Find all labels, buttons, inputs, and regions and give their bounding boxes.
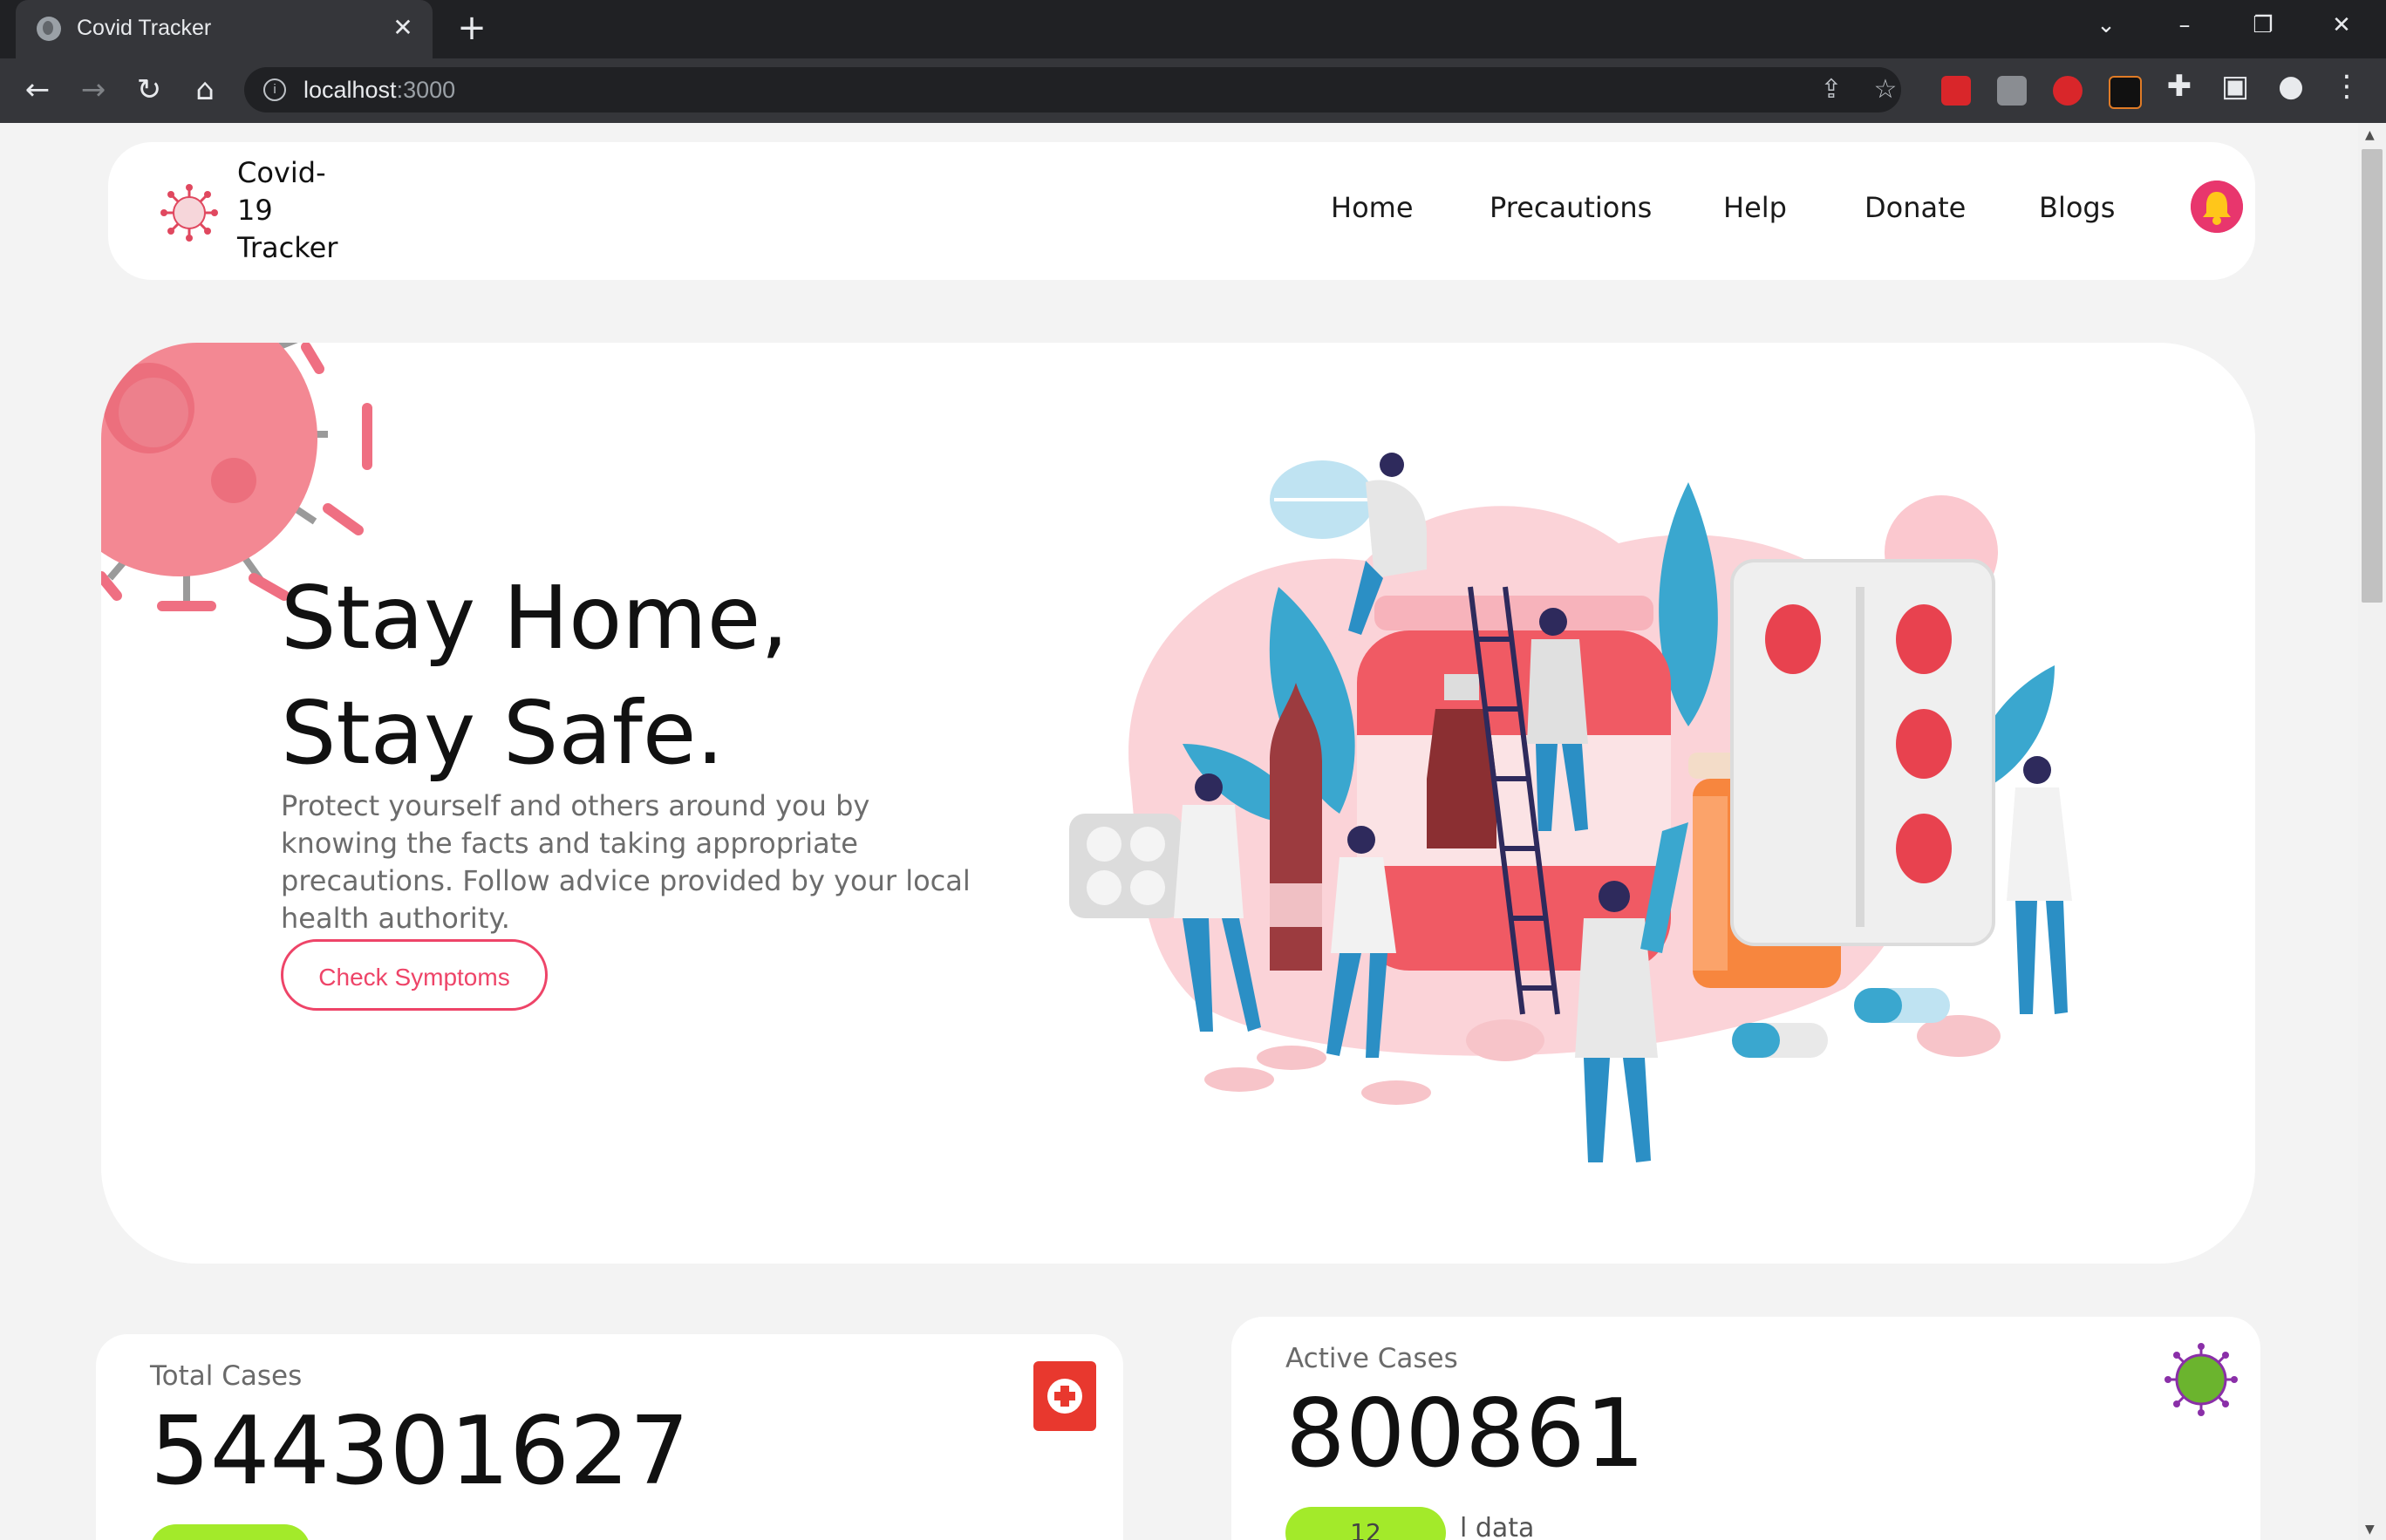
logo-line: Covid- [237,156,326,189]
menu-kebab-icon[interactable]: ⋮ [2327,67,2367,107]
extension-screenshot-icon[interactable] [1997,76,2027,106]
active-cases-label: Active Cases [1285,1343,1458,1374]
browser-tab-strip: Covid Tracker ✕ + ⌄ – ❐ ✕ [0,0,2386,58]
extensions-puzzle-icon[interactable]: ✚ [2159,67,2199,107]
extension-lighthouse-icon[interactable] [2109,76,2142,109]
nav-blogs[interactable]: Blogs [2039,191,2115,224]
side-panel-icon[interactable]: ▣ [2215,67,2255,107]
doctors-medicine-illustration [1069,453,2072,1162]
browser-toolbar: ← → ↻ ⌂ i localhost:3000 ⇪ ☆ ✚ ▣ ● ⋮ [0,58,2386,123]
total-cases-label: Total Cases [150,1360,303,1392]
globe-icon [37,17,61,41]
active-cases-note: l data [1460,1513,1535,1540]
nav-precautions[interactable]: Precautions [1490,191,1652,224]
extension-youtube-icon[interactable] [1941,76,1971,106]
site-info-icon[interactable]: i [263,78,286,101]
logo-line: 19 [237,194,273,227]
total-cases-card: Total Cases 544301627 [96,1334,1123,1540]
home-icon[interactable]: ⌂ [185,71,225,111]
hero-description: Protect yourself and others around you b… [281,789,971,935]
close-tab-icon[interactable]: ✕ [387,12,419,44]
total-cases-value: 544301627 [150,1397,690,1506]
profile-avatar-icon[interactable]: ● [2271,67,2311,107]
hero-card: Stay Home, Stay Safe. Protect yourself a… [101,343,2255,1264]
scrollbar-thumb[interactable] [2362,149,2383,603]
restore-button[interactable]: ❐ [2224,0,2302,52]
active-cases-value: 800861 [1285,1380,1646,1489]
active-cases-card: Active Cases 800861 12 l data [1231,1317,2260,1540]
tab-search-icon[interactable]: ⌄ [2067,0,2145,52]
logo-line: Tracker [237,231,338,264]
page-scrollbar[interactable]: ▲ ▼ [2358,123,2386,1540]
first-aid-icon [1033,1361,1096,1431]
active-cases-badge: 12 [1285,1507,1446,1540]
forward-icon[interactable]: → [73,71,113,111]
hero-title-line: Stay Safe. [281,682,725,784]
nav-home[interactable]: Home [1331,191,1414,224]
hero-title-line: Stay Home, [281,567,789,669]
back-icon[interactable]: ← [17,71,58,111]
reload-icon[interactable]: ↻ [129,71,169,111]
site-logo-text[interactable]: Covid- 19 Tracker [237,154,342,267]
virus-icon [2164,1343,2238,1416]
window-close-button[interactable]: ✕ [2302,0,2381,52]
page-viewport: Covid- 19 Tracker Home Precautions Help … [0,123,2358,1540]
virus-logo-icon [160,184,218,242]
check-symptoms-button[interactable]: Check Symptoms [281,939,548,1011]
notification-bell-icon[interactable] [2191,181,2243,233]
total-cases-badge [150,1524,310,1540]
scroll-down-arrow-icon[interactable]: ▼ [2365,1523,2375,1537]
minimize-button[interactable]: – [2145,0,2224,52]
new-tab-button[interactable]: + [453,10,490,47]
nav-donate[interactable]: Donate [1864,191,1966,224]
hero-title: Stay Home, Stay Safe. [281,561,788,791]
site-header: Covid- 19 Tracker Home Precautions Help … [108,142,2255,280]
scroll-up-arrow-icon[interactable]: ▲ [2365,128,2375,142]
share-icon[interactable]: ⇪ [1814,72,1849,107]
bookmark-star-icon[interactable]: ☆ [1868,72,1903,107]
extension-cloud-icon[interactable] [2053,76,2083,106]
tab-title: Covid Tracker [77,16,212,40]
browser-tab[interactable]: Covid Tracker ✕ [16,0,433,58]
address-bar[interactable]: i localhost:3000 ⇪ ☆ [244,67,1901,112]
nav-help[interactable]: Help [1723,191,1787,224]
url-text: localhost:3000 [303,77,456,103]
